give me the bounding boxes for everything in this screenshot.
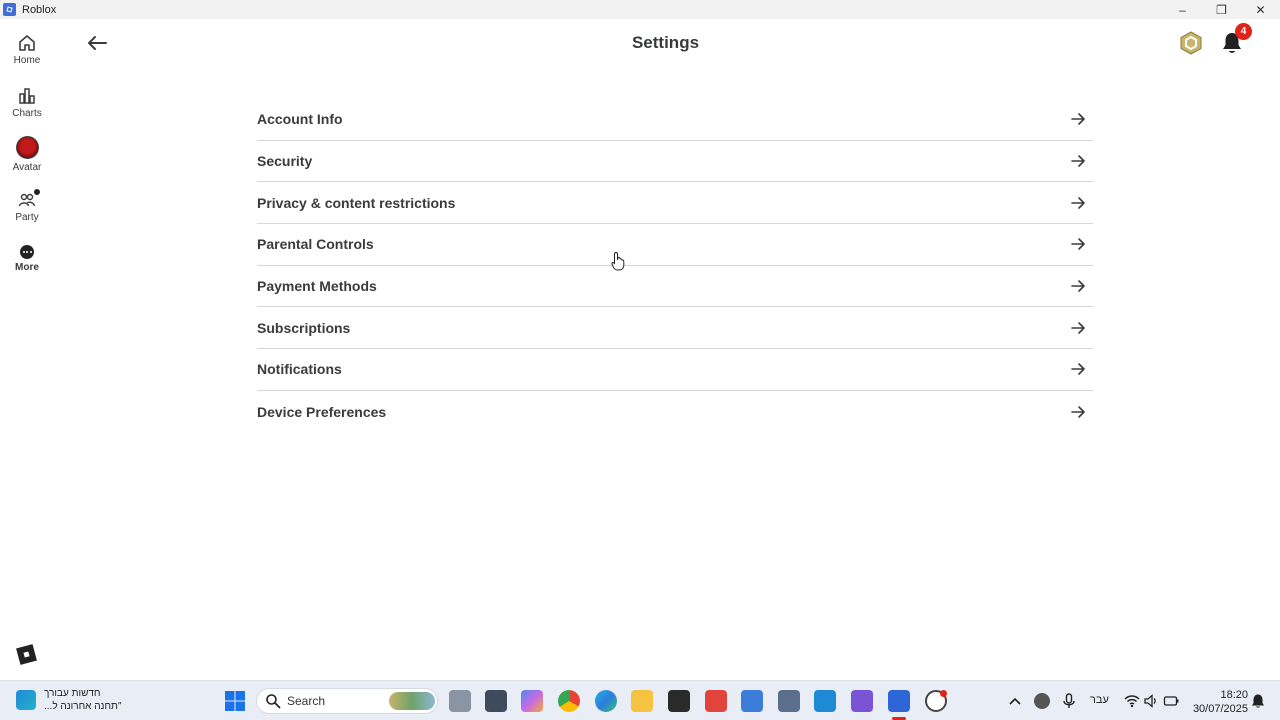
arrow-right-icon: [1071, 280, 1085, 292]
keyboard-language[interactable]: עבר: [1090, 694, 1109, 706]
terminal-icon[interactable]: [668, 690, 690, 712]
settings-item-label: Subscriptions: [257, 319, 351, 336]
roblox-logo-icon[interactable]: [16, 644, 37, 665]
arrow-right-icon: [1071, 196, 1085, 209]
rail-item-label: Party: [15, 212, 39, 223]
windows-taskbar: חדשות עבורך "תחנה אחרונה ל... Search עבר…: [0, 680, 1280, 720]
news-widget-icon: [16, 690, 36, 710]
restore-button[interactable]: ❐: [1202, 0, 1241, 19]
settings-item-account-info[interactable]: Account Info: [257, 99, 1093, 141]
window-title: Roblox: [22, 3, 57, 16]
taskbar-search-box[interactable]: Search: [256, 688, 438, 714]
rail-item-label: Home: [13, 55, 41, 66]
left-navigation-rail: Home Charts Avatar Party More: [0, 19, 54, 680]
chrome-icon[interactable]: [558, 690, 580, 712]
settings-item-label: Notifications: [257, 361, 342, 378]
taskbar-clock[interactable]: 18:20 30/07/2025: [1188, 688, 1248, 716]
rail-item-avatar[interactable]: Avatar: [0, 136, 54, 173]
app-alert-dot: [940, 690, 947, 697]
notepad-icon[interactable]: [741, 690, 763, 712]
settings-item-privacy[interactable]: Privacy & content restrictions: [257, 182, 1093, 225]
window-title-bar: Roblox – ❐ ✕: [0, 0, 1280, 19]
task-view-icon[interactable]: [449, 690, 471, 712]
more-icon: [20, 245, 34, 259]
arrow-right-icon: [1071, 321, 1085, 334]
volume-icon[interactable]: [1143, 693, 1159, 709]
settings-item-notifications[interactable]: Notifications: [257, 349, 1093, 391]
arrow-right-icon: [1071, 238, 1085, 251]
microphone-icon[interactable]: [1061, 693, 1077, 709]
minimize-button[interactable]: –: [1163, 0, 1202, 19]
obsidian-icon[interactable]: [851, 690, 873, 712]
file-explorer-icon[interactable]: [631, 690, 653, 712]
copilot-icon[interactable]: [521, 690, 543, 712]
page-title: Settings: [631, 33, 700, 52]
roblox-app-icon: [3, 3, 16, 16]
windows-start-icon[interactable]: [224, 690, 246, 712]
settings-item-label: Account Info: [257, 111, 343, 128]
arrow-right-icon: [1071, 155, 1085, 167]
close-window-button[interactable]: ✕: [1241, 0, 1280, 19]
chevron-up-icon[interactable]: [1007, 693, 1023, 709]
search-highlight-image: [389, 692, 435, 710]
arrow-right-icon: [1071, 363, 1085, 376]
settings-item-label: Payment Methods: [257, 278, 377, 295]
edge-icon[interactable]: [595, 690, 617, 712]
arrow-right-icon: [1071, 113, 1085, 126]
news-widget-subtitle: "תחנה אחרונה ל...: [44, 701, 122, 712]
snipping-tool-icon[interactable]: [485, 690, 507, 712]
rail-item-label: Avatar: [12, 162, 42, 173]
settings-item-label: Privacy & content restrictions: [257, 194, 456, 211]
clock-date: 30/07/2025: [1192, 703, 1248, 715]
settings-item-device-preferences[interactable]: Device Preferences: [257, 391, 1093, 433]
notification-center-icon[interactable]: [1250, 693, 1266, 709]
hand-cursor-icon: [611, 251, 625, 271]
roblox-taskbar-icon[interactable]: [888, 690, 910, 712]
settings-item-label: Parental Controls: [257, 236, 374, 253]
rail-item-label: More: [15, 262, 39, 273]
settings-list: Account Info Security Privacy & content …: [257, 99, 1093, 433]
party-icon: [18, 193, 36, 207]
remote-desktop-icon[interactable]: [778, 690, 800, 712]
rail-item-charts[interactable]: Charts: [0, 87, 54, 119]
search-icon: [266, 694, 281, 709]
settings-item-parental-controls[interactable]: Parental Controls: [257, 224, 1093, 266]
charts-icon: [19, 88, 35, 104]
avatar-icon: [15, 136, 39, 159]
settings-item-label: Device Preferences: [257, 403, 387, 420]
robux-icon[interactable]: [1179, 31, 1203, 55]
party-status-dot: [34, 189, 40, 195]
settings-item-payment-methods[interactable]: Payment Methods: [257, 266, 1093, 308]
app-icon[interactable]: [705, 690, 727, 712]
notification-count-badge: 4: [1235, 23, 1252, 40]
arrow-right-icon: [1071, 405, 1085, 418]
wifi-icon[interactable]: [1124, 693, 1140, 709]
search-placeholder: Search: [287, 694, 326, 708]
clock-time: 18:20: [1220, 689, 1248, 701]
news-widget-title: חדשות עבורך: [44, 688, 101, 699]
settings-item-security[interactable]: Security: [257, 141, 1093, 183]
rail-item-more[interactable]: More: [0, 245, 54, 273]
rail-item-label: Charts: [12, 108, 42, 119]
settings-item-label: Security: [257, 153, 313, 170]
battery-icon[interactable]: [1163, 693, 1179, 709]
rail-item-party[interactable]: Party: [0, 189, 54, 223]
vscode-icon[interactable]: [814, 690, 836, 712]
onedrive-icon[interactable]: [1034, 693, 1050, 709]
news-widget[interactable]: חדשות עבורך "תחנה אחרונה ל...: [16, 687, 122, 713]
settings-item-subscriptions[interactable]: Subscriptions: [257, 307, 1093, 350]
